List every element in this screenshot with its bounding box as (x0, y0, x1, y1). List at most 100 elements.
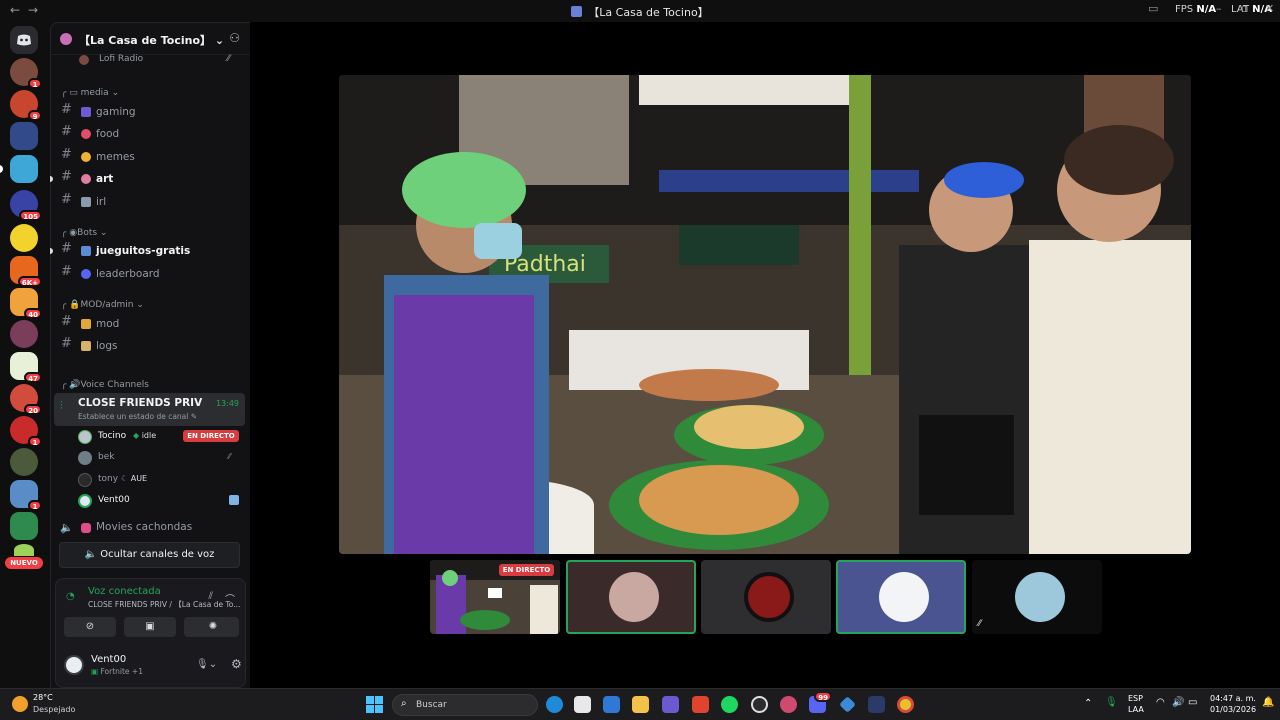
avatar[interactable] (64, 655, 84, 675)
voice-connected-label[interactable]: Voz conectada (88, 586, 161, 597)
language-secondary[interactable]: LAA (1128, 705, 1144, 714)
username[interactable]: Vent00 (91, 654, 126, 665)
volume-icon[interactable]: 🔊 (1172, 697, 1184, 708)
voice-username: Tocino (98, 431, 127, 441)
channel-memes[interactable]: # memes (51, 147, 250, 167)
channel-gaming[interactable]: # gaming (51, 102, 250, 122)
language-primary[interactable]: ESP (1128, 694, 1143, 703)
wifi-icon[interactable]: ◠ (1156, 697, 1165, 708)
voice-channel-active[interactable]: ⫶ CLOSE FRIENDS PRIV 13:49 Establece un … (54, 393, 245, 426)
channel-leaderboard[interactable]: # leaderboard (51, 264, 250, 284)
chevron-up-icon[interactable]: ⌃ (1084, 698, 1092, 709)
server-icon[interactable]: 1 (10, 480, 42, 511)
voice-user[interactable]: bek ⁄⁄ (51, 448, 250, 468)
participant-tile-stream[interactable]: EN DIRECTO (430, 560, 560, 634)
channel-irl[interactable]: # irl (51, 192, 250, 212)
server-icon[interactable]: 40 (10, 288, 42, 319)
new-badge[interactable]: NUEVO (5, 557, 43, 569)
server-icon[interactable] (10, 122, 38, 150)
channel-emoji (81, 523, 91, 533)
channel-food[interactable]: # food (51, 124, 250, 144)
clock-date[interactable]: 01/03/2026 (1210, 705, 1256, 714)
discord-badge: 99 (814, 691, 832, 702)
windows-start-icon[interactable] (366, 696, 383, 713)
clock-time[interactable]: 04:47 a. m. (1210, 694, 1256, 703)
gear-icon[interactable]: ⚙ (231, 657, 242, 671)
server-icon[interactable]: 47 (10, 352, 42, 383)
category-media[interactable]: ╭ ▭ media ⌄ (61, 88, 119, 98)
category-bots[interactable]: ╭ ◉Bots ⌄ (61, 228, 107, 238)
category-voice[interactable]: ╭ 🔊Voice Channels (61, 380, 149, 390)
steam-icon[interactable] (751, 696, 768, 713)
participant-tile-vent00[interactable] (836, 560, 966, 634)
signal-icon[interactable]: ◔ (66, 591, 75, 602)
server-icon[interactable]: 20 (10, 384, 42, 415)
camera-off-button[interactable]: ⊘ (64, 617, 116, 637)
server-icon[interactable]: 6K+ (10, 256, 42, 287)
voice-user[interactable]: Vent00 (51, 491, 250, 511)
chrome-icon[interactable] (897, 696, 914, 713)
brave-icon[interactable] (692, 696, 709, 713)
app-icon[interactable] (839, 696, 856, 713)
spotify-icon[interactable] (721, 696, 738, 713)
channel-art[interactable]: # art (50, 169, 250, 189)
street-food-scene: Padthai (339, 75, 1191, 554)
store-icon[interactable] (574, 696, 591, 713)
discord-taskbar-icon[interactable]: 99 (809, 691, 832, 713)
server-icon[interactable]: 1 (10, 416, 42, 447)
edge-icon[interactable] (546, 696, 563, 713)
server-icon[interactable] (10, 320, 38, 348)
hide-voice-channels-button[interactable]: 🔈 Ocultar canales de voz (59, 542, 240, 568)
server-icon[interactable]: 1 (10, 58, 42, 89)
soundboard-button[interactable]: ✺ (187, 617, 239, 637)
voice-location[interactable]: CLOSE FRIENDS PRIV / 【La Casa de To... (88, 599, 240, 610)
app-icon[interactable] (780, 696, 797, 713)
activity-icon (229, 495, 239, 505)
inbox-icon[interactable]: ▭ (1148, 2, 1158, 15)
mention-badge: 1 (28, 78, 42, 89)
voice-user[interactable]: tony ☾ AUE (51, 470, 250, 490)
participant-tile-tony[interactable] (701, 560, 831, 634)
server-icon[interactable] (10, 512, 38, 540)
voice-user[interactable]: Tocino ◆ idle EN DIRECTO (51, 427, 250, 447)
share-screen-button[interactable]: ▣ (124, 617, 176, 637)
server-icon[interactable]: 9 (10, 90, 42, 121)
voice-channel-movies[interactable]: 🔈 Movies cachondas (51, 518, 250, 538)
minimize-icon[interactable]: – (1216, 2, 1222, 15)
server-icon[interactable]: 105 (10, 190, 42, 221)
microphone-icon[interactable]: 🎙 (1105, 697, 1118, 708)
category-mod[interactable]: ╭ 🔒MOD/admin ⌄ (61, 300, 144, 310)
hide-voice-label: Ocultar canales de voz (100, 549, 215, 560)
fps-readout: FPS N/A (1175, 4, 1216, 15)
disconnect-icon[interactable]: ⌒ (225, 591, 235, 606)
lofi-radio-item[interactable]: Lofi Radio ⁄⁄ (51, 51, 250, 71)
channel-mod[interactable]: # mod (51, 314, 250, 334)
status-text: AUE (130, 474, 148, 483)
channel-jueguitos-gratis[interactable]: # jueguitos-gratis (50, 241, 250, 261)
server-icon[interactable] (0, 155, 38, 183)
maximize-icon[interactable]: ▫ (1241, 2, 1248, 15)
channel-status-input[interactable]: Establece un estado de canal ✎ (78, 412, 197, 421)
taskbar-search[interactable]: ⌕ Buscar (392, 694, 538, 716)
noise-suppression-icon[interactable]: ⫽ (209, 591, 213, 602)
server-icon[interactable] (10, 224, 38, 252)
teams-icon[interactable] (662, 696, 679, 713)
notification-bell-icon[interactable]: 🔔 (1262, 697, 1274, 708)
close-icon[interactable]: ✕ (1265, 2, 1274, 15)
participant-tile-tocino[interactable] (566, 560, 696, 634)
avatar (78, 494, 92, 508)
channel-label: Movies cachondas (96, 521, 193, 533)
invite-people-icon[interactable]: ⚇ (229, 31, 240, 45)
battery-icon[interactable]: ▭ (1188, 697, 1197, 708)
outlook-icon[interactable] (603, 696, 620, 713)
search-icon: ⌕ (401, 698, 407, 709)
audio-app-icon[interactable] (868, 696, 885, 713)
file-explorer-icon[interactable] (632, 696, 649, 713)
main-stream-video[interactable]: Padthai (339, 75, 1191, 554)
channel-logs[interactable]: # logs (51, 336, 250, 356)
participant-tile-bek[interactable]: ⁄⁄ (972, 560, 1102, 634)
discord-home-icon[interactable] (10, 26, 38, 54)
server-icon[interactable] (10, 448, 38, 476)
title-bar: ← → 【La Casa de Tocino】 ▭ FPS N/A LAT N/… (0, 0, 1280, 22)
microphone-icon[interactable]: 🎙⌄ (196, 659, 217, 670)
